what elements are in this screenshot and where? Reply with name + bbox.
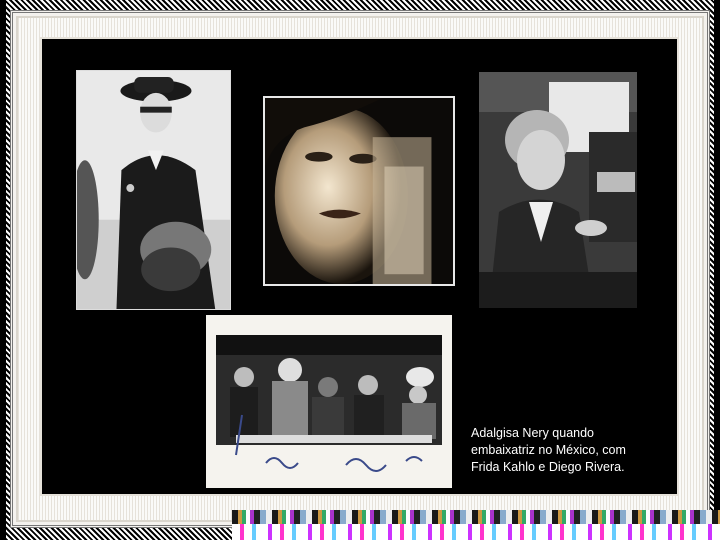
photo-group-dinner (206, 315, 452, 488)
photo-portrait-face (263, 96, 455, 286)
caption-line-1: Adalgisa Nery quando (471, 426, 594, 440)
photo-typewriter (479, 72, 637, 308)
frame-edge-right (714, 0, 720, 540)
caption-line-2: embaixatriz no México, com (471, 443, 626, 457)
caption-line-3: Frida Kahlo e Diego Rivera. (471, 460, 625, 474)
rendering-artifact-strip-lower (232, 524, 720, 540)
photo-caption: Adalgisa Nery quando embaixatriz no Méxi… (471, 425, 671, 476)
frame-edge-left (0, 0, 6, 540)
photo-hat-woman (76, 70, 231, 310)
